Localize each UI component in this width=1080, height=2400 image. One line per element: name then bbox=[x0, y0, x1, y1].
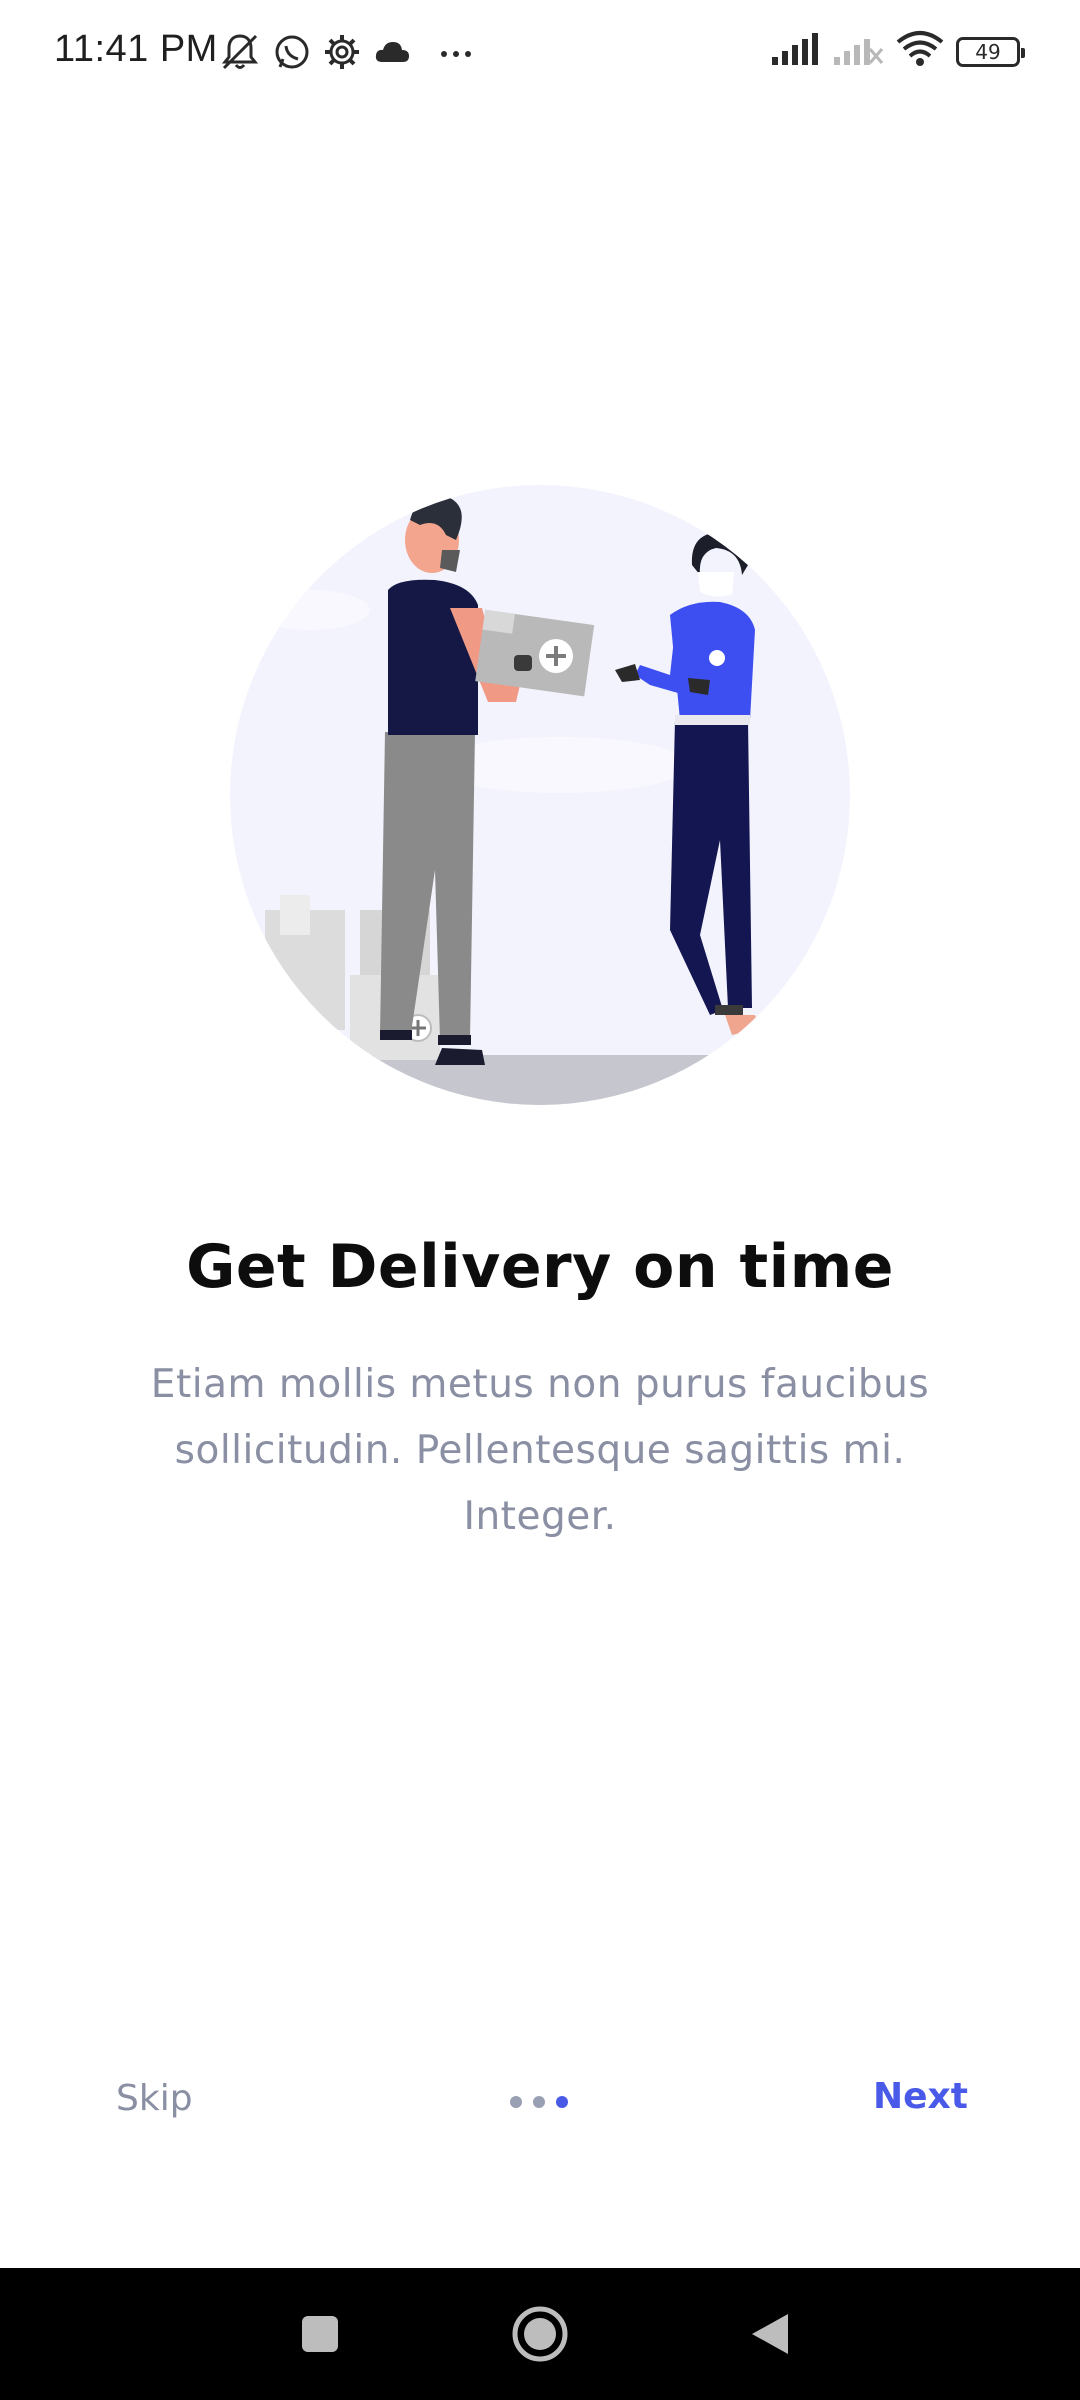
page-dot-2 bbox=[533, 2096, 545, 2108]
signal-full-icon bbox=[770, 31, 820, 72]
recents-square-icon[interactable] bbox=[270, 2268, 370, 2400]
wifi-icon bbox=[896, 30, 944, 73]
battery-level: 49 bbox=[975, 39, 1001, 64]
battery-icon: 49 bbox=[956, 36, 1025, 67]
system-navigation-bar bbox=[0, 2268, 1080, 2400]
status-bar: 11:41 PM 49 bbox=[0, 0, 1080, 104]
status-notification-icons bbox=[218, 30, 476, 74]
status-time: 11:41 PM bbox=[54, 28, 218, 70]
next-button[interactable]: Next bbox=[873, 2076, 968, 2117]
status-system-icons: 49 bbox=[770, 30, 1025, 73]
onboarding-subtitle: Etiam mollis metus non purus faucibus so… bbox=[150, 1362, 930, 1539]
settings-gear-icon bbox=[322, 32, 362, 72]
more-dots-icon bbox=[436, 32, 476, 72]
onboarding-title: Get Delivery on time bbox=[186, 1232, 894, 1302]
cloud-icon bbox=[372, 32, 412, 72]
page-indicator bbox=[510, 2096, 568, 2108]
whatsapp-icon bbox=[272, 32, 312, 72]
delivery-handoff-illustration bbox=[220, 480, 860, 1120]
back-triangle-icon[interactable] bbox=[720, 2268, 820, 2400]
home-circle-icon[interactable] bbox=[490, 2268, 590, 2400]
page-dot-3-active bbox=[556, 2096, 568, 2108]
page-dot-1 bbox=[510, 2096, 522, 2108]
skip-button[interactable]: Skip bbox=[116, 2078, 193, 2119]
signal-no-service-icon bbox=[832, 31, 884, 72]
bell-off-icon bbox=[218, 30, 262, 74]
